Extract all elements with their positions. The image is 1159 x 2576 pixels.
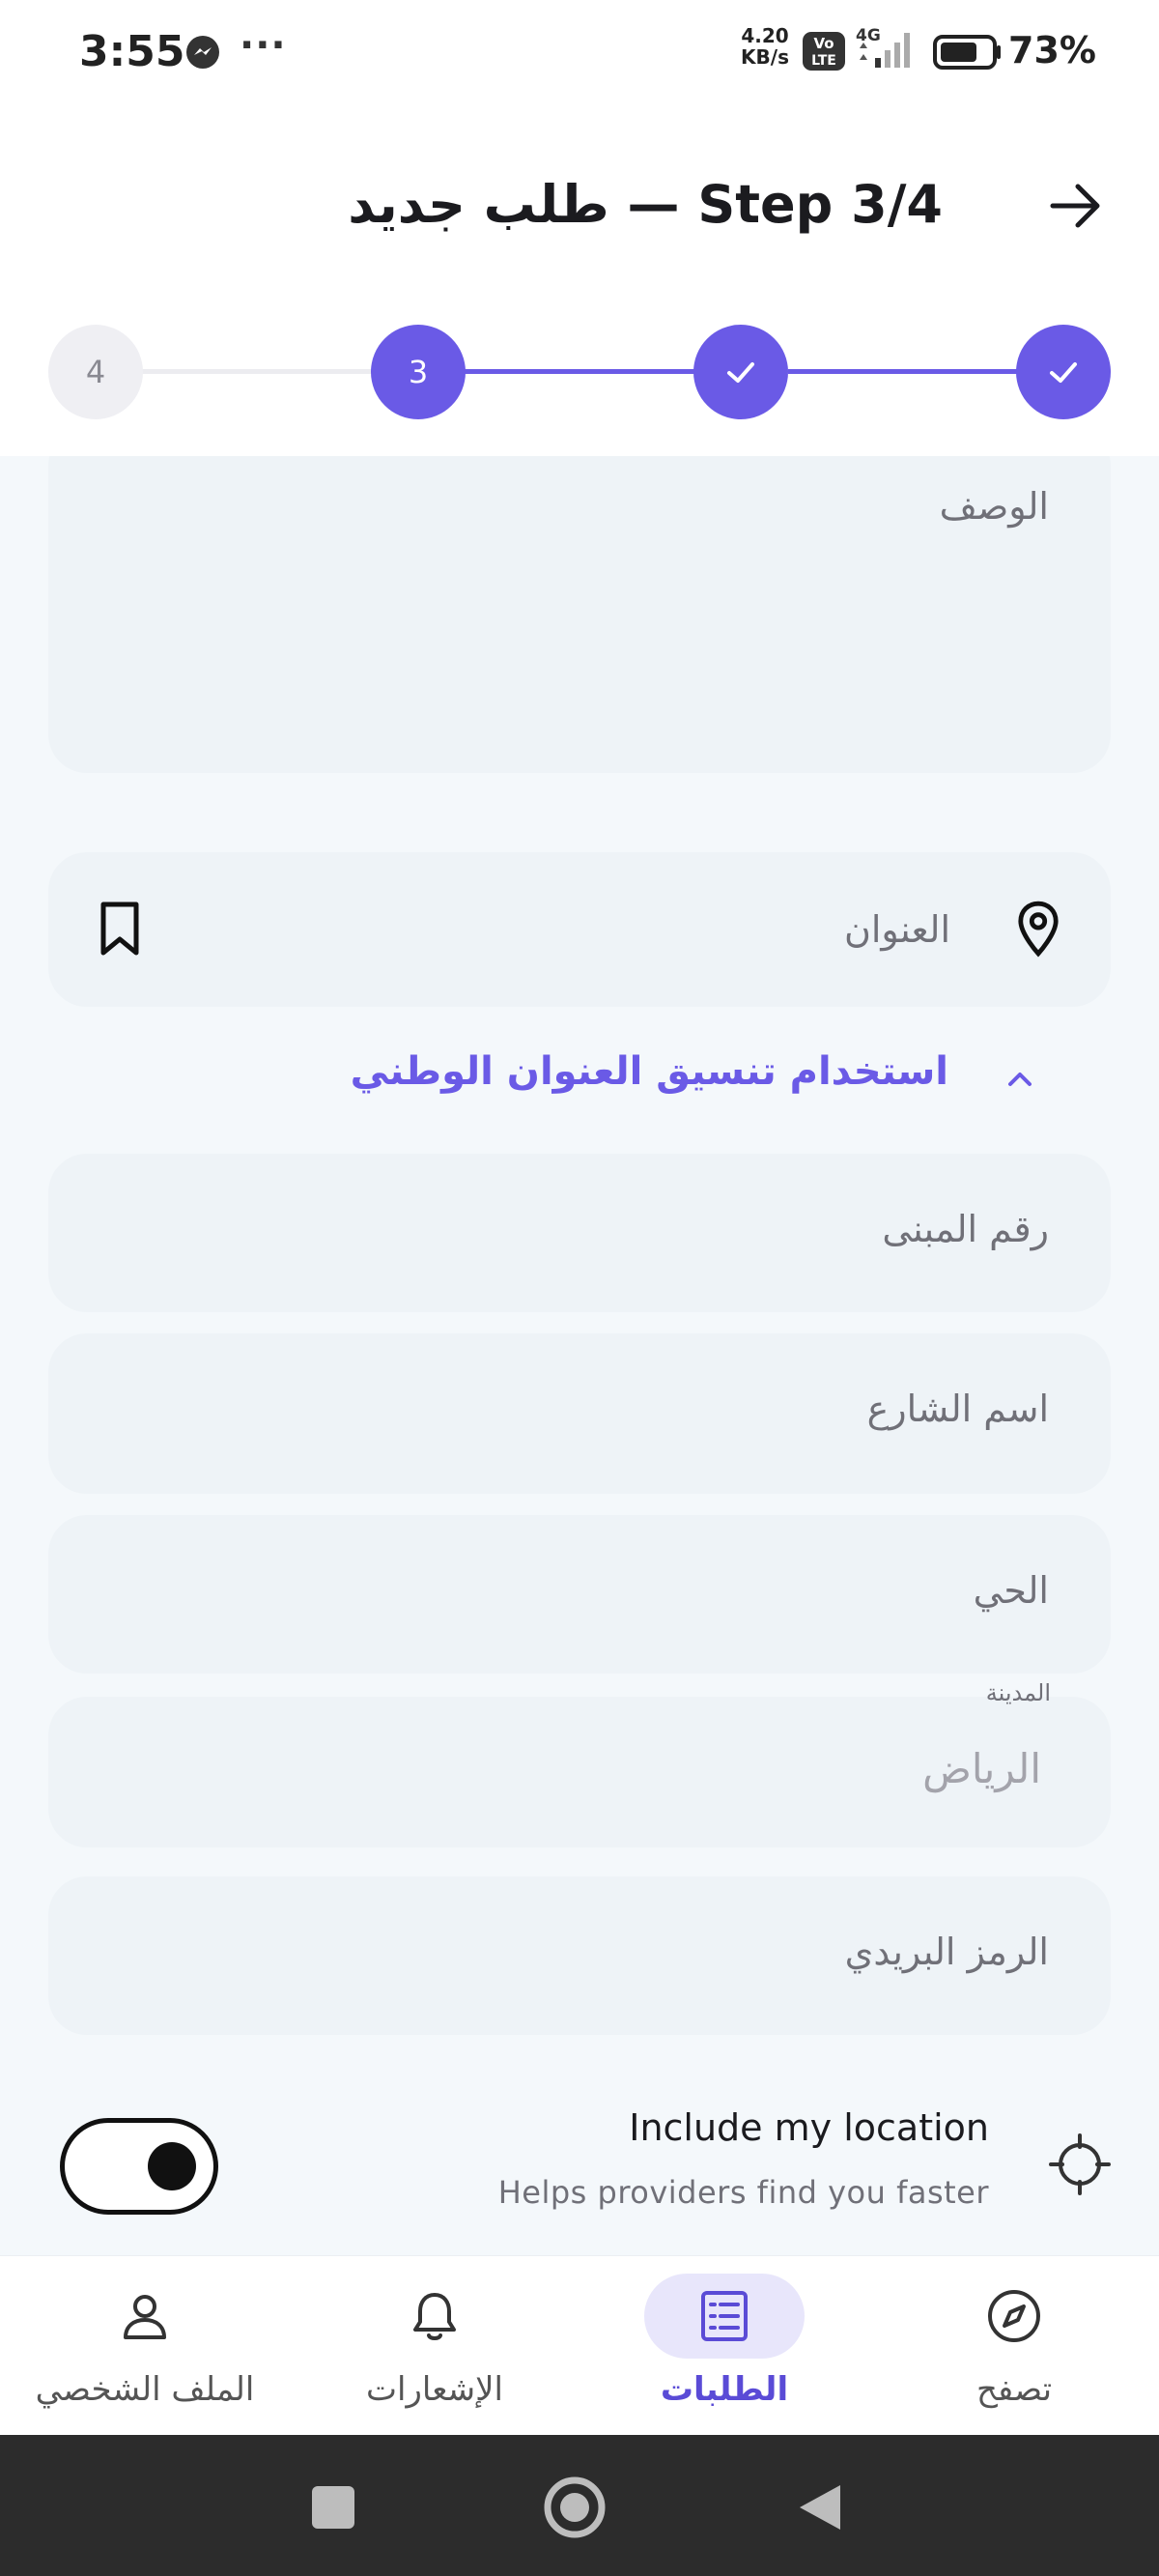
street-name-field[interactable]: اسم الشارع [48,1333,1111,1494]
postal-code-field[interactable]: الرمز البريدي [48,1876,1111,2035]
requests-list-icon [701,2291,748,2341]
description-placeholder: الوصف [939,485,1049,528]
city-label: المدينة [985,1679,1051,1706]
nav-label-profile: الملف الشخصي [35,2370,255,2409]
step-connector [139,369,371,374]
page-title: طلب جديد — Step 3/4 [348,174,943,235]
building-number-field[interactable]: رقم المبنى [48,1154,1111,1312]
address-placeholder: العنوان [843,908,950,951]
step-connector [788,369,1020,374]
nav-item-notifications[interactable]: الإشعارات [290,2256,580,2436]
system-nav-bar [0,2435,1159,2576]
home-circle-icon[interactable] [541,2474,608,2541]
district-field[interactable]: الحي [48,1515,1111,1674]
district-placeholder: الحي [973,1569,1049,1612]
national-address-toggle[interactable]: استخدام تنسيق العنوان الوطني [48,1040,1111,1117]
bookmark-icon[interactable] [99,901,141,957]
request-form: الوصف العنوان استخدام تنسيق العنوان الوط… [0,456,1159,2255]
step-1 [1016,325,1111,419]
street-name-placeholder: اسم الشارع [866,1388,1049,1430]
postal-code-placeholder: الرمز البريدي [844,1931,1049,1973]
chevron-up-icon [1008,1073,1032,1086]
nav-item-requests[interactable]: الطلبات [580,2256,869,2436]
person-icon [124,2295,166,2339]
include-location-row: Include my location Helps providers find… [0,2089,1159,2244]
svg-text:4G: 4G [856,26,881,45]
recents-square-icon[interactable] [299,2474,367,2541]
status-time: 3:55 [79,27,185,76]
nav-item-profile[interactable]: الملف الشخصي [0,2256,290,2436]
back-triangle-icon[interactable] [784,2474,852,2541]
include-location-title: Include my location [629,2106,989,2149]
include-location-subtitle: Helps providers find you faster [497,2174,989,2211]
crosshair-icon [1049,2133,1111,2195]
city-value: الرياض [922,1745,1041,1792]
check-icon [1050,362,1077,383]
bottom-nav: تصفح الطلبات الإشعارات الملف الشخصي [0,2255,1159,2435]
location-pin-icon [1018,901,1059,958]
messenger-icon [186,36,219,69]
svg-text:Vo: Vo [813,35,834,52]
include-location-switch[interactable] [60,2118,218,2215]
header: طلب جديد — Step 3/4 4 3 [0,106,1159,419]
nav-label-requests: الطلبات [660,2370,789,2409]
description-field[interactable]: الوصف [48,456,1111,773]
switch-knob [148,2142,196,2190]
signal-icon: 4G [856,26,910,68]
national-address-label: استخدام تنسيق العنوان الوطني [350,1049,948,1094]
nav-label-notifications: الإشعارات [366,2370,503,2409]
check-icon [727,362,754,383]
nav-item-browse[interactable]: تصفح [869,2256,1159,2436]
step-2 [693,325,788,419]
nav-label-browse: تصفح [975,2370,1053,2409]
stepper: 4 3 [0,319,1159,425]
status-bar: 3:55 ··· 4.20 KB/s Vo LTE 4G 73% [0,0,1159,106]
step-3: 3 [371,325,466,419]
more-notifications-icon: ··· [240,23,287,68]
step-4: 4 [48,325,143,419]
address-field[interactable]: العنوان [48,852,1111,1007]
battery-icon [933,35,1001,70]
city-field[interactable]: الرياض [48,1697,1111,1847]
network-speed: 4.20 KB/s [741,24,789,69]
compass-icon [988,2290,1040,2342]
step-connector [464,369,695,374]
svg-text:LTE: LTE [811,53,836,69]
bell-icon [413,2293,456,2340]
battery-percent: 73% [1008,29,1096,72]
volte-icon: Vo LTE [803,32,845,71]
building-number-placeholder: رقم المبنى [882,1208,1049,1250]
arrow-right-icon[interactable] [1043,174,1107,238]
